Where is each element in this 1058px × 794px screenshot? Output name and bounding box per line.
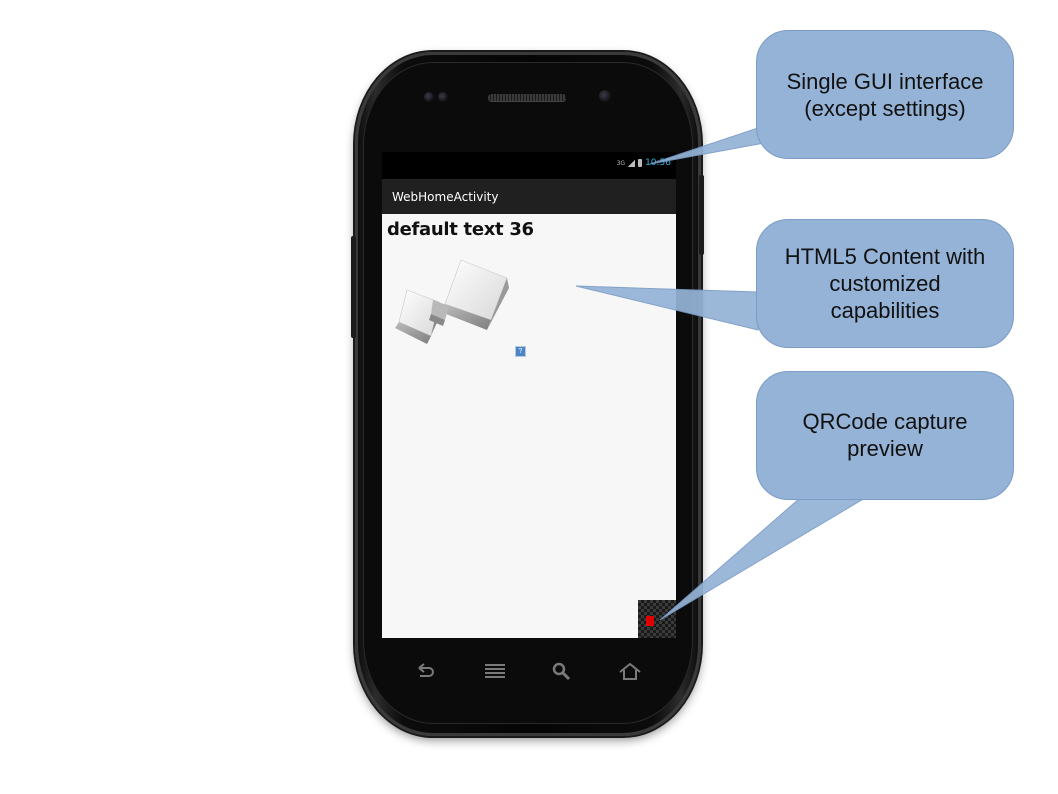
battery-icon [638, 159, 643, 167]
status-icons: 3G 10:56 [617, 158, 671, 168]
action-bar: WebHomeActivity [382, 179, 676, 214]
callout-qr-line2: preview [847, 436, 923, 461]
volume-button[interactable] [351, 236, 356, 338]
menu-icon[interactable] [483, 660, 507, 684]
front-camera-icon [599, 90, 611, 102]
callout-qr-line1: QRCode capture [802, 409, 968, 434]
qr-marker [646, 616, 654, 626]
callout-html5-line1: HTML5 Content with [784, 244, 986, 269]
search-icon[interactable] [550, 660, 574, 684]
callout-html5-line3: capabilities [830, 298, 940, 323]
earpiece-speaker [488, 94, 566, 101]
broken-image-icon: ? [515, 346, 526, 357]
activity-title: WebHomeActivity [392, 190, 499, 204]
phone-screen: 3G 10:56 WebHomeActivity default text 36 [382, 152, 676, 638]
callout-gui-line2: (except settings) [804, 95, 966, 121]
network-type: 3G [616, 159, 626, 167]
power-button[interactable] [699, 175, 704, 255]
callout-single-gui: Single GUI interface (except settings) [756, 30, 1014, 159]
callout-gui-line1: Single GUI interface [786, 68, 984, 94]
signal-icon [628, 159, 636, 167]
proximity-sensor-icon [438, 92, 448, 102]
callout-qrcode-preview: QRCode capture preview [756, 371, 1014, 500]
status-bar: 3G 10:56 [382, 152, 676, 179]
callout-html5-line2: customized [829, 271, 941, 296]
3d-cubes-image [395, 259, 509, 344]
qrcode-capture-preview[interactable] [638, 600, 676, 638]
content-text: default text 36 [387, 219, 534, 240]
home-icon[interactable] [618, 660, 642, 684]
front-sensor-icon [424, 92, 434, 102]
html5-webview[interactable]: default text 36 ? [382, 214, 676, 638]
back-icon[interactable] [413, 660, 437, 684]
status-clock: 10:56 [645, 158, 671, 168]
callout-html5-content: HTML5 Content with customized capabiliti… [756, 219, 1014, 348]
